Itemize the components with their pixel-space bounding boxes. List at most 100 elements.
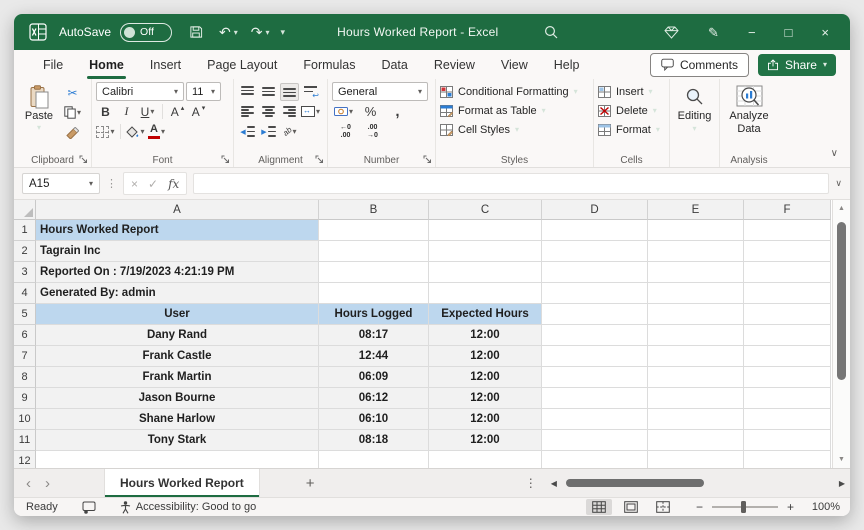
cell-c8[interactable]: 12:00 <box>429 367 542 388</box>
tab-view[interactable]: View <box>488 50 541 79</box>
alignment-dialog-launcher[interactable] <box>315 155 324 164</box>
page-layout-view-button[interactable] <box>618 499 644 515</box>
italic-button[interactable]: I <box>117 103 136 121</box>
cell[interactable] <box>542 304 648 325</box>
formula-bar-expand-icon[interactable]: ∨ <box>835 178 842 189</box>
cell[interactable] <box>744 367 831 388</box>
cell[interactable] <box>744 220 831 241</box>
cell[interactable] <box>319 283 429 304</box>
merge-dropdown-icon[interactable]: ▾ <box>316 107 320 116</box>
paste-button[interactable]: Paste ▾ <box>18 82 60 148</box>
format-cells-button[interactable]: Format ▾ <box>598 120 665 139</box>
cell-c11[interactable]: 12:00 <box>429 430 542 451</box>
cell-a5[interactable]: User <box>36 304 319 325</box>
tab-insert[interactable]: Insert <box>137 50 194 79</box>
cell[interactable] <box>648 283 744 304</box>
underline-button[interactable]: U▾ <box>138 103 157 121</box>
hscroll-left-icon[interactable]: ◀ <box>551 479 557 488</box>
hscroll-right-icon[interactable]: ▶ <box>839 479 845 488</box>
cell[interactable] <box>744 388 831 409</box>
cell[interactable] <box>542 283 648 304</box>
font-name-select[interactable]: Calibri ▾ <box>96 82 184 101</box>
percent-style-button[interactable]: % <box>361 103 380 121</box>
accounting-dropdown-icon[interactable]: ▾ <box>349 107 353 116</box>
font-color-button[interactable]: A ▾ <box>147 123 166 141</box>
new-sheet-button[interactable]: + <box>306 469 315 497</box>
cell-a4[interactable]: Generated By: admin <box>36 283 319 304</box>
borders-dropdown-icon[interactable]: ▾ <box>110 127 114 136</box>
gem-icon[interactable] <box>664 26 679 39</box>
undo-button[interactable]: ↶ ▾ <box>219 25 238 39</box>
cell-styles-button[interactable]: Cell Styles ▾ <box>440 120 589 139</box>
cell-c5[interactable]: Expected Hours <box>429 304 542 325</box>
copy-dropdown-icon[interactable]: ▾ <box>77 108 81 117</box>
cell[interactable] <box>744 304 831 325</box>
accessibility-status[interactable]: Accessibility: Good to go <box>120 501 256 514</box>
row-header[interactable]: 11 <box>14 430 36 451</box>
cell-c10[interactable]: 12:00 <box>429 409 542 430</box>
align-center-button[interactable] <box>259 103 278 121</box>
name-box-dropdown-icon[interactable]: ▾ <box>89 179 93 188</box>
row-header[interactable]: 4 <box>14 283 36 304</box>
column-header-e[interactable]: E <box>648 200 744 220</box>
cell[interactable] <box>648 241 744 262</box>
next-sheet-icon[interactable]: › <box>45 469 50 497</box>
tab-scroll-handle-icon[interactable]: ⋮ <box>525 476 537 490</box>
formula-input[interactable] <box>193 173 829 194</box>
clipboard-dialog-launcher[interactable] <box>79 155 88 164</box>
enter-entry-icon[interactable]: ✓ <box>148 177 158 191</box>
paste-dropdown-icon[interactable]: ▾ <box>37 123 41 132</box>
comments-button[interactable]: Comments <box>650 53 749 77</box>
cell[interactable] <box>648 262 744 283</box>
insert-cells-button[interactable]: Insert ▾ <box>598 82 665 101</box>
formula-bar-handle-icon[interactable]: ⋮ <box>106 177 117 190</box>
feedback-pen-icon[interactable]: ✎ <box>708 26 719 39</box>
cell[interactable] <box>429 241 542 262</box>
cell-a10[interactable]: Shane Harlow <box>36 409 319 430</box>
increase-indent-button[interactable]: ▶ <box>259 123 278 141</box>
cell-a11[interactable]: Tony Stark <box>36 430 319 451</box>
top-align-button[interactable] <box>238 83 257 101</box>
macro-record-icon[interactable] <box>82 501 96 514</box>
zoom-out-button[interactable]: − <box>696 500 703 514</box>
copy-button[interactable]: ▾ <box>63 104 82 121</box>
cell[interactable] <box>542 325 648 346</box>
column-header-d[interactable]: D <box>542 200 648 220</box>
tab-home[interactable]: Home <box>76 50 137 79</box>
cell-b9[interactable]: 06:12 <box>319 388 429 409</box>
tab-review[interactable]: Review <box>421 50 488 79</box>
maximize-button[interactable]: □ <box>785 26 793 39</box>
cell-b8[interactable]: 06:09 <box>319 367 429 388</box>
column-header-a[interactable]: A <box>36 200 319 220</box>
cell[interactable] <box>648 430 744 451</box>
row-header[interactable]: 3 <box>14 262 36 283</box>
cell-c6[interactable]: 12:00 <box>429 325 542 346</box>
tab-page-layout[interactable]: Page Layout <box>194 50 290 79</box>
tab-data[interactable]: Data <box>368 50 420 79</box>
collapse-ribbon-icon[interactable]: ∨ <box>831 148 838 159</box>
horizontal-scrollbar[interactable] <box>562 475 834 491</box>
increase-decimal-button[interactable]: ←0.00 <box>336 123 355 141</box>
cell-a2[interactable]: Tagrain Inc <box>36 241 319 262</box>
cell[interactable] <box>648 346 744 367</box>
redo-button[interactable]: ↷ ▾ <box>251 25 270 39</box>
decrease-decimal-button[interactable]: .00→0 <box>363 123 382 141</box>
decrease-indent-button[interactable]: ◀ <box>238 123 257 141</box>
cell-b10[interactable]: 06:10 <box>319 409 429 430</box>
cell[interactable] <box>542 241 648 262</box>
cell[interactable] <box>542 409 648 430</box>
tab-file[interactable]: File <box>30 50 76 79</box>
cell[interactable] <box>744 325 831 346</box>
autosave-toggle[interactable]: Off <box>120 23 172 42</box>
share-button[interactable]: Share ▾ <box>758 54 836 76</box>
cell-b7[interactable]: 12:44 <box>319 346 429 367</box>
cell[interactable] <box>744 409 831 430</box>
cell[interactable] <box>542 430 648 451</box>
align-right-button[interactable] <box>280 103 299 121</box>
name-box[interactable]: A15 ▾ <box>22 173 100 194</box>
cell[interactable] <box>542 220 648 241</box>
delete-cells-button[interactable]: Delete ▾ <box>598 101 665 120</box>
bold-button[interactable]: B <box>96 103 115 121</box>
cell[interactable] <box>319 262 429 283</box>
cell[interactable] <box>648 409 744 430</box>
